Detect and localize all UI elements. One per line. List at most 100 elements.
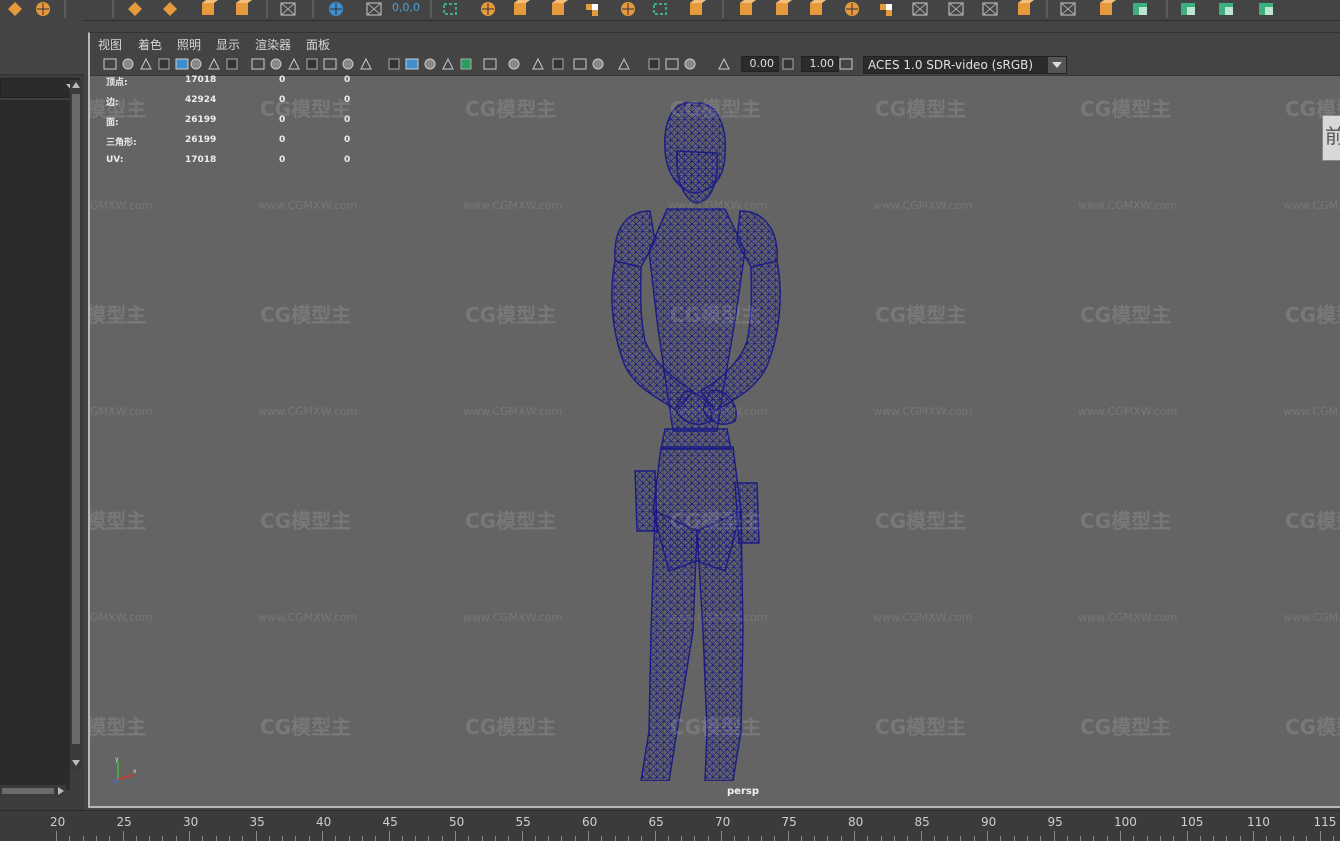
crop-box-icon[interactable] xyxy=(1058,0,1078,18)
pan-zoom-icon[interactable] xyxy=(206,56,222,72)
text-tool-icon[interactable] xyxy=(198,0,218,18)
watermark-logo: CG模型主 xyxy=(260,509,352,533)
cube-extrude-icon[interactable] xyxy=(772,0,792,18)
arrows-move-icon[interactable] xyxy=(125,0,145,18)
sphere-wire-icon[interactable] xyxy=(618,0,638,18)
paint-brush-icon[interactable] xyxy=(1014,0,1034,18)
bookmark-icon[interactable] xyxy=(138,56,154,72)
edge-bracket-icon[interactable] xyxy=(650,0,670,18)
two-d-pan-icon[interactable] xyxy=(224,56,240,72)
view-cube[interactable]: 前 xyxy=(1322,115,1340,161)
green-shape-icon[interactable] xyxy=(1130,0,1150,18)
scroll-down-icon[interactable] xyxy=(72,760,80,766)
smooth-shade-icon[interactable] xyxy=(404,56,420,72)
isolate-select-icon[interactable] xyxy=(616,56,632,72)
screen-ao-icon[interactable] xyxy=(530,56,546,72)
model-head[interactable] xyxy=(676,150,718,204)
image-plane-icon[interactable] xyxy=(156,56,172,72)
grid-toggle-icon[interactable] xyxy=(250,56,266,72)
cube-shape-icon[interactable] xyxy=(510,0,530,18)
exposure-field[interactable]: 0.00 xyxy=(741,56,779,72)
camera-select-icon[interactable] xyxy=(102,56,118,72)
depth-of-field-icon[interactable] xyxy=(590,56,606,72)
model-left-shoulder[interactable] xyxy=(614,210,656,268)
color-management-select[interactable]: ACES 1.0 SDR-video (sRGB) xyxy=(863,56,1067,74)
left-panel-hscrollbar[interactable] xyxy=(0,785,66,797)
watermark-logo: CG模型主 xyxy=(1080,715,1172,739)
hud-value-other: 0 xyxy=(344,155,351,165)
triangle-mesh-icon[interactable] xyxy=(946,0,966,18)
anti-alias-icon[interactable] xyxy=(572,56,588,72)
timeline-tick xyxy=(1080,836,1082,841)
use-lights-icon[interactable] xyxy=(482,56,498,72)
field-chart-icon[interactable] xyxy=(322,56,338,72)
green-cylinder-icon[interactable] xyxy=(1178,0,1198,18)
hud-label: 顶点: xyxy=(106,78,128,88)
wire-on-shaded-icon[interactable] xyxy=(422,56,438,72)
backface-icon[interactable] xyxy=(682,56,698,72)
model-left-leg[interactable] xyxy=(640,509,698,781)
menu-renderer[interactable]: 渲染器 xyxy=(255,36,291,53)
box-create-icon[interactable] xyxy=(686,0,706,18)
scrollbar-thumb[interactable] xyxy=(72,94,80,744)
gamma-field[interactable]: 1.00 xyxy=(801,56,839,72)
diamond-shape-icon[interactable] xyxy=(5,0,25,18)
exposure-icon[interactable] xyxy=(716,56,732,72)
scroll-up-icon[interactable] xyxy=(72,82,80,88)
lasso-select-icon[interactable] xyxy=(440,0,460,18)
scroll-right-icon[interactable] xyxy=(58,787,64,795)
wireframe-icon[interactable] xyxy=(386,56,402,72)
checker-cube-icon[interactable] xyxy=(582,0,602,18)
xray-joints-icon[interactable] xyxy=(646,56,662,72)
sculpt-pen-icon[interactable] xyxy=(1096,0,1116,18)
camera-tumble-icon[interactable] xyxy=(188,56,204,72)
safe-action-icon[interactable] xyxy=(340,56,356,72)
watermark-url: www.CGMXW.com xyxy=(1283,611,1340,624)
perspective-viewport[interactable]: 视图 着色 照明 显示 渲染器 面板 0.00 1.00 ACES 1.0 SD… xyxy=(88,32,1340,808)
green-cube-icon[interactable] xyxy=(1216,0,1236,18)
mirror-plane-icon[interactable] xyxy=(910,0,930,18)
time-slider[interactable]: 20 25 30 35 40 45 50 55 60 65 70 75 80 85 90 95 100 105 11… xyxy=(0,810,1340,841)
mesh-cleanup-icon[interactable] xyxy=(980,0,1000,18)
menu-lighting[interactable]: 照明 xyxy=(177,36,201,53)
cube-bevel-icon[interactable] xyxy=(806,0,826,18)
xray-active-icon[interactable] xyxy=(664,56,680,72)
color-manage-icon[interactable] xyxy=(838,56,854,72)
character-wireframe-model[interactable] xyxy=(545,91,845,781)
select-arrows-icon[interactable] xyxy=(160,0,180,18)
texture-ball-icon[interactable] xyxy=(842,0,862,18)
left-panel-list[interactable] xyxy=(0,100,70,790)
model-right-leg[interactable] xyxy=(696,509,744,781)
resolution-gate-icon[interactable] xyxy=(286,56,302,72)
textured-icon[interactable] xyxy=(458,56,474,72)
camera-attributes-icon[interactable] xyxy=(120,56,136,72)
timeline-tick xyxy=(734,836,736,841)
motion-blur-icon[interactable] xyxy=(550,56,566,72)
orange-block-icon[interactable] xyxy=(736,0,756,18)
hscrollbar-thumb[interactable] xyxy=(2,788,54,794)
cube-split-icon[interactable] xyxy=(548,0,568,18)
left-panel-dropdown[interactable] xyxy=(0,78,80,98)
left-panel-scrollbar[interactable] xyxy=(70,80,82,770)
model-belt[interactable] xyxy=(660,428,732,450)
menu-view[interactable]: 视图 xyxy=(98,36,122,53)
anchor-target-icon[interactable] xyxy=(326,0,346,18)
film-gate-icon[interactable] xyxy=(268,56,284,72)
picture-tool-icon[interactable] xyxy=(232,0,252,18)
gate-mask-icon[interactable] xyxy=(304,56,320,72)
menu-panels[interactable]: 面板 xyxy=(306,36,330,53)
shadows-icon[interactable] xyxy=(506,56,522,72)
grid-display-icon[interactable] xyxy=(278,0,298,18)
delete-x-icon[interactable] xyxy=(364,0,384,18)
globe-shape-icon[interactable] xyxy=(33,0,53,18)
safe-title-icon[interactable] xyxy=(358,56,374,72)
menu-show[interactable]: 显示 xyxy=(216,36,240,53)
timeline-tick-label: 35 xyxy=(249,815,265,829)
green-merge-icon[interactable] xyxy=(1256,0,1276,18)
uv-box-icon[interactable] xyxy=(876,0,896,18)
xray-icon[interactable] xyxy=(440,56,456,72)
gamma-icon[interactable] xyxy=(780,56,796,72)
menu-shading[interactable]: 着色 xyxy=(138,36,162,53)
render-sphere-icon[interactable] xyxy=(478,0,498,18)
timeline-tick xyxy=(1239,836,1241,841)
